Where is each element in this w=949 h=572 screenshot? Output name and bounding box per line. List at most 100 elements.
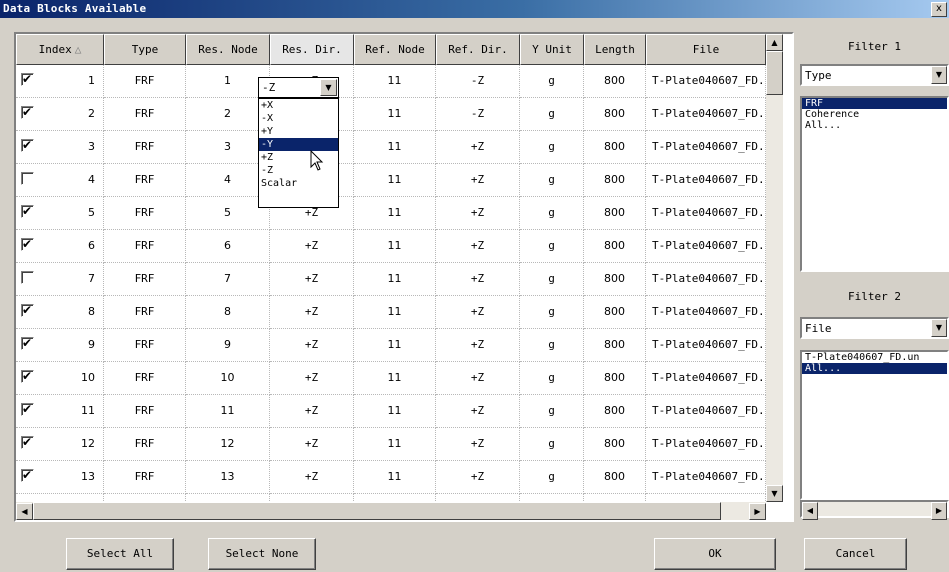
row-checkbox[interactable] (21, 237, 34, 251)
ok-button[interactable]: OK (654, 538, 776, 570)
column-header-length[interactable]: Length (584, 34, 646, 65)
row-checkbox[interactable] (21, 204, 34, 218)
table-row[interactable]: 8FRF8+Z11+Zg800T-Plate040607_FD.· (16, 296, 766, 329)
filter1-list-item[interactable]: Coherence (802, 109, 947, 120)
row-checkbox[interactable] (21, 435, 34, 449)
row-checkbox[interactable] (21, 138, 34, 152)
chevron-down-icon[interactable]: ▼ (931, 66, 947, 84)
column-header-ref-node[interactable]: Ref. Node (354, 34, 436, 65)
row-checkbox[interactable] (21, 369, 34, 383)
column-header-file[interactable]: File (646, 34, 766, 65)
table-row[interactable]: 1FRF1-Z11-Zg800T-Plate040607_FD.· (16, 65, 766, 98)
cell-y-unit: g (520, 98, 584, 131)
chevron-down-icon[interactable]: ▼ (931, 319, 947, 337)
scroll-up-icon[interactable]: ▲ (766, 34, 783, 51)
cell-res-dir[interactable]: +Z (270, 461, 354, 494)
filter2-hscroll[interactable]: ◀ ▶ (800, 500, 949, 520)
scroll-right-icon[interactable]: ▶ (931, 502, 947, 520)
res-dir-option[interactable]: -Z (259, 164, 338, 177)
res-dir-option[interactable]: Scalar (259, 177, 338, 190)
column-header-res-dir[interactable]: Res. Dir. (270, 34, 354, 65)
cell-type: FRF (104, 428, 186, 461)
cell-type: FRF (104, 197, 186, 230)
row-checkbox[interactable] (21, 468, 34, 482)
cell-type: FRF (104, 461, 186, 494)
column-header-index[interactable]: Index △ (16, 34, 104, 65)
table-row[interactable]: 9FRF9+Z11+Zg800T-Plate040607_FD.· (16, 329, 766, 362)
row-checkbox[interactable] (21, 402, 34, 416)
column-header-y-unit[interactable]: Y Unit (520, 34, 584, 65)
res-dir-option[interactable]: +X (259, 99, 338, 112)
row-checkbox[interactable] (21, 105, 34, 119)
cell-res-dir[interactable]: +Z (270, 230, 354, 263)
scroll-right-icon[interactable]: ▶ (749, 503, 766, 520)
scroll-left-icon[interactable]: ◀ (802, 502, 818, 520)
row-checkbox[interactable] (21, 172, 34, 185)
res-dir-option[interactable]: -Y (259, 138, 338, 151)
res-dir-select[interactable]: -Z ▼ (258, 77, 339, 98)
cell-index: 7 (16, 263, 104, 296)
row-index: 3 (88, 140, 95, 153)
filter2-list-item[interactable]: T-Plate040607_FD.un (802, 352, 947, 363)
table-row[interactable]: 2FRF211-Zg800T-Plate040607_FD.· (16, 98, 766, 131)
vertical-scrollbar[interactable]: ▲ ▼ (766, 34, 783, 502)
scroll-left-icon[interactable]: ◀ (16, 503, 33, 520)
filter2-list-item[interactable]: All... (802, 363, 947, 374)
table-row[interactable]: 5FRF5+Z11+Zg800T-Plate040607_FD.· (16, 197, 766, 230)
cell-res-dir[interactable]: +Z (270, 395, 354, 428)
cell-file: T-Plate040607_FD.· (646, 164, 766, 197)
cell-file: T-Plate040607_FD.· (646, 395, 766, 428)
res-dir-option[interactable]: -X (259, 112, 338, 125)
table-row[interactable]: 6FRF6+Z11+Zg800T-Plate040607_FD.· (16, 230, 766, 263)
res-dir-option[interactable]: +Z (259, 151, 338, 164)
cell-y-unit: g (520, 329, 584, 362)
res-dir-option[interactable]: +Y (259, 125, 338, 138)
cell-ref-node: 11 (354, 65, 436, 98)
cell-ref-dir: +Z (436, 461, 520, 494)
select-all-button[interactable]: Select All (66, 538, 174, 570)
cell-index: 9 (16, 329, 104, 362)
cell-ref-dir: -Z (436, 98, 520, 131)
horizontal-scrollbar[interactable]: ◀ ▶ (16, 502, 766, 520)
table-row[interactable]: 10FRF10+Z11+Zg800T-Plate040607_FD.· (16, 362, 766, 395)
filter1-select[interactable]: Type ▼ (800, 64, 949, 86)
res-dir-options[interactable]: +X -X +Y -Y +Z -Z Scalar (258, 98, 339, 208)
cell-index: 12 (16, 428, 104, 461)
filter1-list-item[interactable]: FRF (802, 98, 947, 109)
column-header-res-node[interactable]: Res. Node (186, 34, 270, 65)
close-icon[interactable]: x (931, 2, 947, 17)
scroll-down-icon[interactable]: ▼ (766, 485, 783, 502)
select-none-button[interactable]: Select None (208, 538, 316, 570)
cell-res-dir[interactable]: +Z (270, 329, 354, 362)
cell-res-dir[interactable]: +Z (270, 362, 354, 395)
cell-res-dir[interactable]: +Z (270, 428, 354, 461)
cancel-button[interactable]: Cancel (804, 538, 907, 570)
filter2-list[interactable]: T-Plate040607_FD.un All... (800, 350, 949, 500)
data-blocks-grid: Index △ Type Res. Node Res. Dir. Ref. Node Ref… (14, 32, 794, 522)
table-row[interactable]: 4 FRF 4 11 +Z g 800 T-Plate040607_FD.· (16, 164, 766, 197)
filter2-select[interactable]: File ▼ (800, 317, 949, 339)
table-row[interactable]: 3FRF311+Zg800T-Plate040607_FD.· (16, 131, 766, 164)
cell-res-dir[interactable]: +Z (270, 296, 354, 329)
cell-res-dir[interactable]: +Z (270, 263, 354, 296)
cell-file: T-Plate040607_FD.· (646, 197, 766, 230)
cell-res-node: 6 (186, 230, 270, 263)
table-row[interactable]: 12FRF12+Z11+Zg800T-Plate040607_FD.· (16, 428, 766, 461)
horizontal-scroll-thumb[interactable] (33, 502, 721, 520)
table-row[interactable]: 13FRF13+Z11+Zg800T-Plate040607_FD.· (16, 461, 766, 494)
cell-ref-dir: +Z (436, 395, 520, 428)
row-checkbox[interactable] (21, 72, 34, 86)
vertical-scroll-thumb[interactable] (766, 51, 783, 95)
filter1-list-item[interactable]: All... (802, 120, 947, 131)
table-row[interactable]: 11FRF11+Z11+Zg800T-Plate040607_FD.· (16, 395, 766, 428)
table-row[interactable]: 7 FRF 7 +Z 11 +Z g 800 T-Plate040607_FD.· (16, 263, 766, 296)
row-checkbox[interactable] (21, 336, 34, 350)
filter1-list[interactable]: FRF Coherence All... (800, 96, 949, 272)
column-header-type[interactable]: Type (104, 34, 186, 65)
column-header-ref-dir[interactable]: Ref. Dir. (436, 34, 520, 65)
row-checkbox[interactable] (21, 271, 34, 284)
cell-ref-node: 11 (354, 362, 436, 395)
cell-ref-node: 11 (354, 263, 436, 296)
row-checkbox[interactable] (21, 303, 34, 317)
chevron-down-icon[interactable]: ▼ (320, 79, 337, 96)
